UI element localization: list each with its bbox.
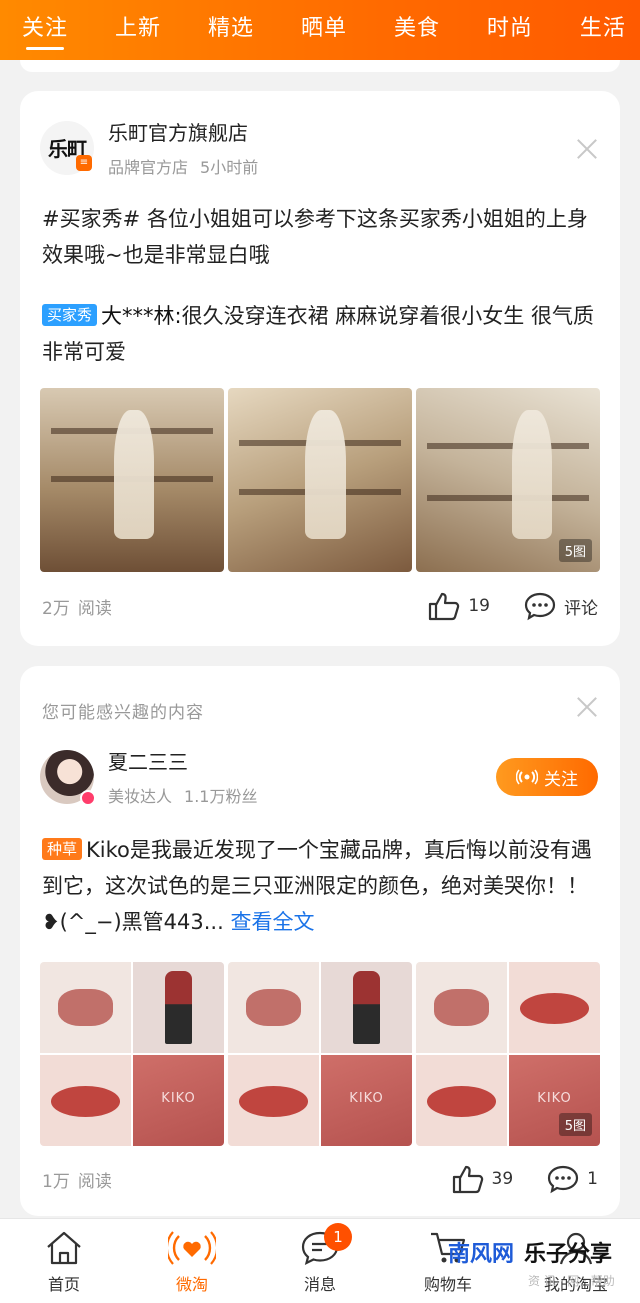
like-button[interactable]: 39 bbox=[452, 1164, 514, 1194]
watermark-slogan: 乐子分享 bbox=[524, 1242, 613, 1267]
tab-new[interactable]: 上新 bbox=[115, 0, 161, 60]
nav-messages[interactable]: 1 消息 bbox=[256, 1219, 384, 1303]
like-button[interactable]: 19 bbox=[428, 591, 490, 621]
verified-icon bbox=[80, 789, 96, 806]
thumbs-up-icon bbox=[429, 592, 460, 621]
user-role: 美妆达人 bbox=[108, 787, 173, 806]
read-label: 阅读 bbox=[77, 1171, 112, 1192]
shop-logo[interactable]: 乐町 ≡ bbox=[40, 120, 94, 175]
shop-header[interactable]: 乐町 ≡ 乐町官方旗舰店 品牌官方店 5小时前 bbox=[40, 117, 258, 178]
photo-grid[interactable]: 5图 bbox=[40, 388, 600, 572]
photo-grid[interactable]: KIKO KIKO KIKO 5图 bbox=[40, 962, 600, 1146]
shop-name[interactable]: 乐町官方旗舰店 bbox=[108, 117, 258, 146]
photo-3[interactable]: KIKO 5图 bbox=[416, 962, 600, 1146]
photo-2[interactable] bbox=[228, 388, 412, 572]
comment-button[interactable]: 评论 bbox=[524, 591, 598, 621]
comment-button[interactable]: 1 bbox=[547, 1164, 598, 1194]
watermark-site: 南风网 bbox=[448, 1242, 515, 1267]
photo-count: 5图 bbox=[558, 1113, 592, 1136]
pack-label: KIKO bbox=[537, 1091, 572, 1107]
follow-button[interactable]: 关注 bbox=[496, 758, 598, 796]
tab-life[interactable]: 生活 bbox=[580, 0, 626, 60]
pack-label: KIKO bbox=[349, 1091, 384, 1107]
post-footer: 1万 阅读 39 1 bbox=[42, 1164, 598, 1194]
tab-show-orders[interactable]: 晒单 bbox=[301, 0, 347, 60]
comment-user: 大***林: bbox=[101, 304, 182, 328]
avatar[interactable] bbox=[40, 749, 96, 806]
post-body: #买家秀# 各位小姐姐可以参考下这条买家秀小姐姐的上身效果哦~也是非常显白哦 bbox=[42, 207, 588, 267]
post-footer: 2万 阅读 19 评论 bbox=[42, 591, 598, 621]
recommend-tag: 种草 bbox=[42, 838, 83, 860]
comment-icon bbox=[548, 1165, 579, 1194]
buyer-comment: 买家秀 大***林:很久没穿连衣裙 麻麻说穿着很小女生 很气质 非常可爱 bbox=[42, 298, 602, 370]
close-icon[interactable] bbox=[576, 696, 598, 718]
comment-count: 1 bbox=[587, 1169, 598, 1189]
thumbs-up-icon bbox=[452, 1165, 483, 1194]
watermark-sub: 资 讯 · 网 · 帮助 bbox=[528, 1274, 615, 1288]
photo-1[interactable]: KIKO bbox=[40, 962, 224, 1146]
watermark: 南风网 乐子分享 bbox=[448, 1236, 612, 1268]
photo-2[interactable]: KIKO bbox=[228, 962, 412, 1146]
photo-3[interactable]: 5图 bbox=[416, 388, 600, 572]
nav-cart-label: 购物车 bbox=[423, 1275, 472, 1294]
tab-food[interactable]: 美食 bbox=[394, 0, 440, 60]
heart-broadcast-icon bbox=[168, 1231, 216, 1265]
shop-badge-icon: ≡ bbox=[76, 154, 92, 171]
shop-type: 品牌官方店 bbox=[108, 158, 189, 177]
previous-card-edge bbox=[20, 60, 620, 72]
tab-featured[interactable]: 精选 bbox=[208, 0, 254, 60]
user-header[interactable]: 夏二三三 美妆达人 1.1万粉丝 bbox=[40, 746, 257, 807]
read-label: 阅读 bbox=[77, 598, 112, 619]
feed-card-shop[interactable]: 乐町 ≡ 乐町官方旗舰店 品牌官方店 5小时前 #买家秀# 各位小姐姐可以参考下这… bbox=[20, 91, 620, 646]
post-time: 5小时前 bbox=[200, 158, 259, 177]
buyer-show-tag: 买家秀 bbox=[42, 304, 98, 326]
top-tab-bar: 关注 上新 精选 晒单 美食 时尚 生活 bbox=[0, 0, 640, 60]
message-badge: 1 bbox=[324, 1223, 352, 1251]
photo-count: 5图 bbox=[558, 539, 592, 562]
comment-icon bbox=[524, 592, 556, 621]
home-icon bbox=[47, 1231, 81, 1265]
nav-weitao[interactable]: 微淘 bbox=[128, 1219, 256, 1303]
broadcast-icon bbox=[516, 769, 538, 785]
like-count: 39 bbox=[491, 1169, 514, 1189]
post-body: 种草 Kiko是我最近发现了一个宝藏品牌，真后悔以前没有遇到它，这次试色的是三只亚… bbox=[42, 832, 602, 940]
pack-label: KIKO bbox=[161, 1091, 196, 1107]
nav-messages-label: 消息 bbox=[303, 1275, 336, 1294]
nav-home[interactable]: 首页 bbox=[0, 1219, 128, 1303]
like-count: 19 bbox=[468, 596, 490, 616]
fan-count: 1.1万粉丝 bbox=[184, 787, 258, 806]
read-count: 2万 bbox=[42, 598, 70, 619]
comment-label: 评论 bbox=[564, 598, 598, 619]
nav-home-label: 首页 bbox=[47, 1275, 80, 1294]
user-name[interactable]: 夏二三三 bbox=[108, 746, 257, 775]
follow-label: 关注 bbox=[544, 769, 578, 790]
post-text: Kiko是我最近发现了一个宝藏品牌，真后悔以前没有遇到它，这次试色的是三只亚洲限… bbox=[42, 838, 592, 934]
suggestion-title: 您可能感兴趣的内容 bbox=[42, 703, 204, 723]
view-full-link[interactable]: 查看全文 bbox=[224, 910, 314, 934]
photo-1[interactable] bbox=[40, 388, 224, 572]
nav-weitao-label: 微淘 bbox=[175, 1275, 208, 1294]
tab-fashion[interactable]: 时尚 bbox=[487, 0, 533, 60]
close-icon[interactable] bbox=[576, 138, 598, 160]
feed-card-suggested[interactable]: 您可能感兴趣的内容 夏二三三 美妆达人 1.1万粉丝 关注 种草 Kiko是我最近发… bbox=[20, 666, 620, 1216]
tab-following[interactable]: 关注 bbox=[22, 0, 68, 60]
read-count: 1万 bbox=[42, 1171, 70, 1192]
